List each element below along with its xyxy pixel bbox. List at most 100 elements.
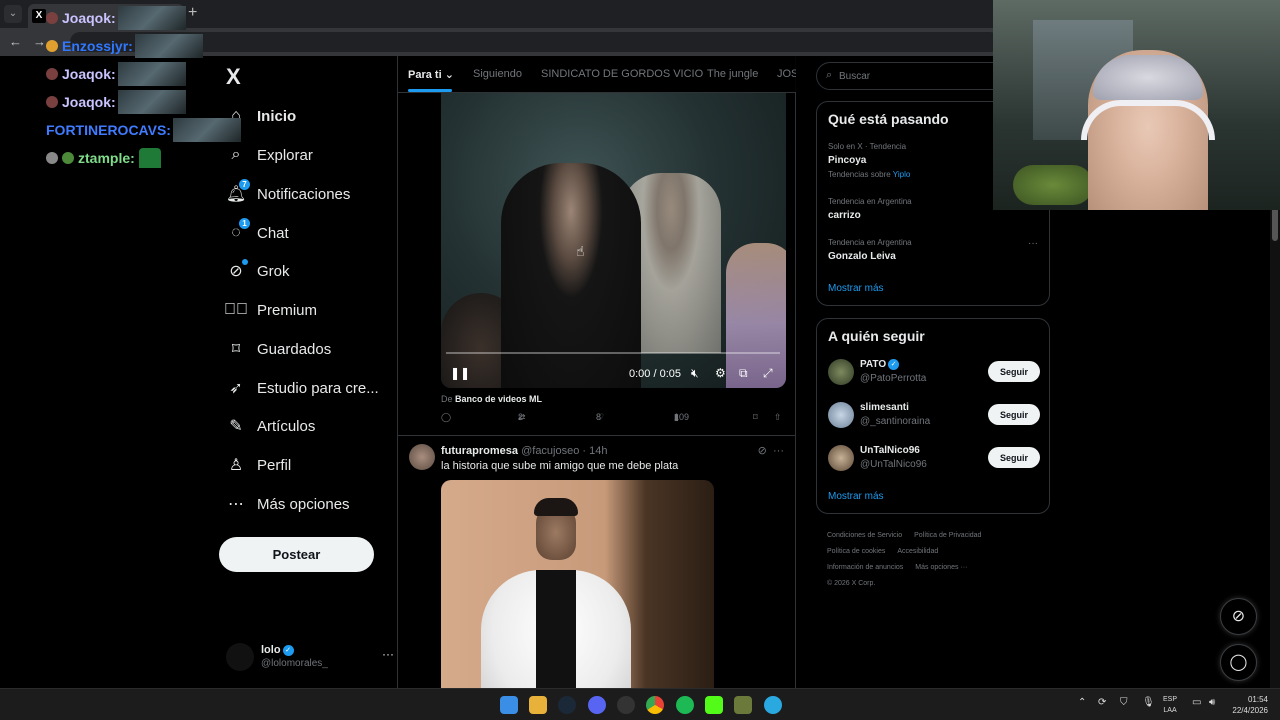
sidebar-item-perfil[interactable]: ♙ Perfil <box>226 450 291 480</box>
messages-fab-button[interactable]: ◯ <box>1220 644 1257 681</box>
sync-icon[interactable]: ⟳ <box>1098 697 1106 708</box>
follow-button[interactable]: Seguir <box>988 447 1040 468</box>
tab-sindicato[interactable]: SINDICATO DE GORDOS VICIO <box>541 68 703 80</box>
share-icon[interactable]: ⇧ <box>774 412 782 423</box>
follow-suggestion[interactable]: PATO ✓ @PatoPerrotta Seguir <box>828 358 1040 388</box>
more-icon[interactable]: ··· <box>1028 238 1038 249</box>
more-icon[interactable]: ··· <box>773 445 784 457</box>
microphone-icon[interactable]: 🎙︎ <box>1142 697 1155 708</box>
windows-start-icon[interactable] <box>500 696 518 714</box>
bookmark-icon: ⌑ <box>231 341 241 358</box>
bookmark-icon[interactable]: ⌑ <box>753 412 758 423</box>
trend-item[interactable]: Tendencia en Argentina Gonzalo Leiva ··· <box>828 238 1038 262</box>
obs-icon[interactable] <box>617 696 635 714</box>
sidebar-item-articulos[interactable]: ✎ Artículos <box>226 411 315 441</box>
tab-para-ti[interactable]: Para ti ⌄ <box>408 68 454 81</box>
minecraft-icon[interactable] <box>734 696 752 714</box>
sidebar-item-label: Inicio <box>257 107 297 125</box>
sidebar-item-mas-opciones[interactable]: ⋯ Más opciones <box>226 489 350 519</box>
spotify-icon[interactable] <box>676 696 694 714</box>
tweet[interactable]: futurapromesa @facujoseo · 14h ⊘ ··· la … <box>398 436 796 688</box>
emote-icon <box>46 12 58 24</box>
chat-username: FORTINEROCAVS: <box>46 122 171 138</box>
follow-name-row: PATO ✓ <box>860 359 900 370</box>
grok-icon[interactable]: ⊘ <box>758 445 767 457</box>
footer-link[interactable]: Más opciones ··· <box>915 564 967 571</box>
video-player[interactable]: ☝ ❚❚ 0:00 / 0:05 🔇︎ ⚙ ⧉ ⤢ <box>441 93 786 388</box>
sidebar-item-guardados[interactable]: ⌑ Guardados <box>226 334 331 364</box>
sidebar-item-premium[interactable]: ✓⃝ Premium <box>224 295 317 325</box>
source-prefix: De <box>441 394 453 404</box>
footer-link[interactable]: Información de anuncios <box>827 564 903 571</box>
app-icon[interactable] <box>764 696 782 714</box>
chrome-icon[interactable] <box>646 696 664 714</box>
fullscreen-icon[interactable]: ⤢ <box>763 366 773 381</box>
source-name[interactable]: Banco de videos ML <box>455 394 542 404</box>
sidebar-item-estudio[interactable]: ➶ Estudio para cre... <box>226 373 378 403</box>
emote-icon <box>46 40 58 52</box>
chat-message: Joaqok: <box>46 60 241 88</box>
profile-name-row: lolo ✓ <box>261 644 294 656</box>
display-icon[interactable]: ▭ <box>1192 697 1201 708</box>
tab-siguiendo[interactable]: Siguiendo <box>473 68 522 80</box>
avatar[interactable] <box>409 444 435 470</box>
tweet-author[interactable]: futurapromesa <box>441 445 518 457</box>
settings-icon[interactable]: ⚙ <box>715 366 726 380</box>
trend-name: Gonzalo Leiva <box>828 251 896 262</box>
show-more-link[interactable]: Mostrar más <box>828 283 884 294</box>
forward-icon[interactable]: → <box>33 34 46 49</box>
discord-icon[interactable] <box>588 696 606 714</box>
footer-link[interactable]: Política de cookies <box>827 548 885 555</box>
footer-link[interactable]: Política de Privacidad <box>914 532 981 539</box>
reply-icon[interactable]: ◯ <box>441 412 451 423</box>
article-icon: ✎ <box>229 418 243 435</box>
photo-content <box>536 570 576 688</box>
language-indicator[interactable]: ESP LAA <box>1163 694 1177 716</box>
chat-emote <box>138 148 161 168</box>
file-explorer-icon[interactable] <box>529 696 547 714</box>
volume-icon[interactable]: 🔊︎ <box>1209 697 1215 708</box>
follow-suggestion[interactable]: UnTalNico96 @UnTalNico96 Seguir <box>828 444 1040 474</box>
verified-icon: ✓ <box>282 644 294 656</box>
follow-name: slimesanti <box>860 402 909 413</box>
sidebar-item-grok[interactable]: ⊘ Grok <box>226 256 290 286</box>
back-icon[interactable]: ← <box>9 34 22 49</box>
avatar <box>828 359 854 385</box>
tab-jos[interactable]: JOS <box>777 68 796 80</box>
pip-icon[interactable]: ⧉ <box>739 366 748 381</box>
footer-link[interactable]: Accesibilidad <box>897 548 938 555</box>
clock[interactable]: 01:54 22/4/2026 <box>1228 694 1268 716</box>
shield-icon[interactable]: ⛉ <box>1120 697 1128 708</box>
pause-icon[interactable]: ❚❚ <box>450 366 470 380</box>
follow-handle: @_santinoraina <box>860 416 931 427</box>
follow-suggestion[interactable]: slimesanti @_santinoraina Seguir <box>828 401 1040 431</box>
tweet-menu: ⊘ ··· <box>758 444 784 457</box>
follow-button[interactable]: Seguir <box>988 361 1040 382</box>
mute-icon[interactable]: 🔇︎ <box>691 366 699 381</box>
show-more-link[interactable]: Mostrar más <box>828 491 884 502</box>
chevron-up-icon[interactable]: ⌃ <box>1078 697 1086 708</box>
sidebar-item-chat[interactable]: ◌ 1 Chat <box>226 218 289 248</box>
tab-the-jungle[interactable]: The jungle <box>707 68 758 80</box>
emote-icon <box>46 152 58 164</box>
footer-link[interactable]: Condiciones de Servicio <box>827 532 902 539</box>
steam-icon[interactable] <box>558 696 576 714</box>
profile-handle: @lolomorales_ <box>261 658 328 669</box>
video-progress-bar[interactable] <box>446 352 780 354</box>
trend-sub-link[interactable]: Yiplo <box>893 170 911 179</box>
more-icon[interactable]: ··· <box>382 647 394 661</box>
grok-fab-button[interactable]: ⊘ <box>1220 598 1257 635</box>
tweet-handle[interactable]: @facujoseo <box>521 445 579 457</box>
profile-switcher[interactable]: lolo ✓ @lolomorales_ ··· <box>226 641 394 675</box>
video-time: 0:00 / 0:05 <box>629 368 681 380</box>
chat-message: Joaqok: <box>46 4 241 32</box>
post-button[interactable]: Postear <box>219 537 374 572</box>
avatar <box>226 643 254 671</box>
kick-icon[interactable] <box>705 696 723 714</box>
chat-username: Joaqok: <box>62 94 116 110</box>
sidebar-item-notificaciones[interactable]: 🔔︎ 7 Notificaciones <box>226 179 350 209</box>
tweet-photo[interactable] <box>441 480 714 688</box>
search-input[interactable] <box>839 68 1019 84</box>
follow-button[interactable]: Seguir <box>988 404 1040 425</box>
chevron-down-icon[interactable]: ⌄ <box>4 5 22 23</box>
